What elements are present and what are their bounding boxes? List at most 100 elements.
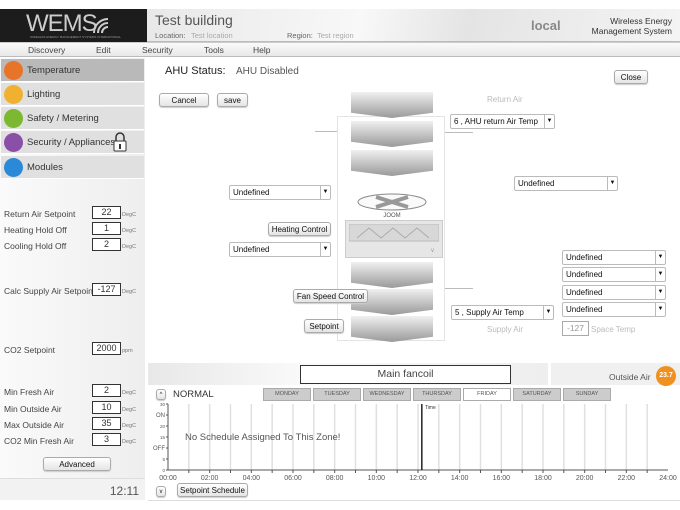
clock-bar: 12:11: [0, 478, 145, 500]
x-tick-label: 24:00: [659, 475, 677, 482]
ahu-status: AHU Disabled: [236, 66, 299, 77]
x-tick-label: 10:00: [368, 475, 386, 482]
field-unit: DegC: [122, 407, 137, 413]
connector-line: [315, 131, 337, 132]
duct-section: [351, 316, 433, 342]
wireless-icon: [93, 18, 109, 34]
coil-chevron-icon: v: [431, 248, 434, 254]
field-input[interactable]: 2: [92, 238, 121, 251]
field-input[interactable]: 2000: [92, 342, 121, 355]
field-input[interactable]: 3: [92, 433, 121, 446]
sidebar-item-lighting[interactable]: Lighting: [1, 83, 144, 106]
building-title: Test building: [155, 12, 233, 28]
y-tick-label: ON: [156, 413, 165, 419]
field-label: Calc Supply Air Setpoint: [4, 286, 96, 296]
duct-section: [351, 121, 433, 147]
right-select[interactable]: Undefined ▼: [514, 176, 618, 191]
right-select-stack-2[interactable]: Undefined ▼: [562, 267, 666, 282]
menu-help[interactable]: Help: [253, 45, 270, 55]
tab-saturday[interactable]: SATURDAY: [513, 388, 561, 401]
clock: 12:11: [109, 484, 139, 498]
cancel-button[interactable]: Cancel: [159, 93, 209, 107]
y-tick-label: OFF: [153, 446, 165, 452]
left-select-2[interactable]: Undefined ▼: [229, 242, 331, 257]
field-input[interactable]: 1: [92, 222, 121, 235]
temperature-icon: [4, 61, 23, 80]
coil-icon: [349, 224, 439, 242]
y-tick-label: 20: [160, 424, 166, 429]
field-input[interactable]: 2: [92, 384, 121, 397]
x-tick-label: 08:00: [326, 475, 344, 482]
tab-monday[interactable]: MONDAY: [263, 388, 311, 401]
time-label: Time: [425, 405, 436, 411]
header: Test building Location: Test location Re…: [147, 9, 680, 42]
fan-icon: JOOM: [357, 193, 427, 219]
tab-sunday[interactable]: SUNDAY: [563, 388, 611, 401]
return-air-sensor-select[interactable]: 6 , AHU return Air Temp ▼: [450, 114, 555, 129]
field-unit: DegC: [122, 289, 137, 295]
zone-name: Main fancoil: [300, 365, 511, 384]
dropdown-arrow-icon: ▼: [544, 115, 554, 128]
field-label: CO2 Min Fresh Air: [4, 436, 74, 446]
menu-tools[interactable]: Tools: [204, 45, 224, 55]
x-tick-label: 14:00: [451, 475, 469, 482]
x-tick-label: 22:00: [618, 475, 636, 482]
menu-bar: Discovery Edit Security Tools Help: [0, 42, 680, 57]
modules-icon: [4, 158, 23, 177]
divider: [148, 500, 680, 501]
menu-security[interactable]: Security: [142, 45, 173, 55]
menu-edit[interactable]: Edit: [96, 45, 111, 55]
field-input[interactable]: -127: [92, 283, 121, 296]
y-tick-label: 0: [162, 468, 165, 473]
connector-line: [445, 288, 473, 289]
heating-control-button[interactable]: Heating Control: [268, 222, 331, 236]
lighting-icon: [4, 85, 23, 104]
sidebar-item-temperature[interactable]: Temperature: [1, 59, 144, 82]
supply-air-sensor-select[interactable]: 5 , Supply Air Temp ▼: [451, 305, 554, 320]
x-tick-label: 12:00: [409, 475, 427, 482]
logo: WEMS WIRELESS ENERGY MANAGEMENT SYSTEMS …: [0, 9, 147, 42]
field-input[interactable]: 35: [92, 417, 121, 430]
coil: v: [345, 220, 443, 258]
sidebar-item-modules[interactable]: Modules: [1, 156, 144, 179]
mode-normal: NORMAL: [173, 389, 214, 400]
y-tick-label: 5: [162, 457, 165, 462]
tab-tuesday[interactable]: TUESDAY: [313, 388, 361, 401]
field-unit: DegC: [122, 244, 137, 250]
sidebar-item-safety-metering[interactable]: Safety / Metering: [1, 107, 144, 130]
close-button[interactable]: Close: [614, 70, 648, 84]
right-select-stack-1[interactable]: Undefined ▼: [562, 250, 666, 265]
menu-discovery[interactable]: Discovery: [28, 45, 65, 55]
dropdown-arrow-icon: ▼: [655, 286, 665, 299]
field-label: Min Fresh Air: [4, 387, 55, 397]
field-input[interactable]: 10: [92, 401, 121, 414]
duct-section: [351, 262, 433, 288]
left-select-1[interactable]: Undefined ▼: [229, 185, 331, 200]
scroll-up-button[interactable]: ^: [156, 389, 166, 400]
sidebar-item-security-appliances[interactable]: Security / Appliances: [1, 131, 144, 154]
save-button[interactable]: save: [217, 93, 248, 107]
right-select-stack-4[interactable]: Undefined ▼: [562, 302, 666, 317]
right-select-stack-3[interactable]: Undefined ▼: [562, 285, 666, 300]
field-unit: DegC: [122, 212, 137, 218]
y-tick-label: 15: [160, 435, 166, 440]
tab-friday[interactable]: FRIDAY: [463, 388, 511, 401]
setpoint-button[interactable]: Setpoint: [304, 319, 344, 333]
field-input[interactable]: 22: [92, 206, 121, 219]
scroll-down-button[interactable]: v: [156, 486, 166, 497]
tab-wednesday[interactable]: WEDNESDAY: [363, 388, 411, 401]
duct-section: [351, 150, 433, 176]
dropdown-arrow-icon: ▼: [607, 177, 617, 190]
dropdown-arrow-icon: ▼: [655, 251, 665, 264]
mode-label: local: [531, 18, 561, 33]
tab-thursday[interactable]: THURSDAY: [413, 388, 461, 401]
advanced-button[interactable]: Advanced: [43, 457, 111, 471]
outside-air-badge: 23.7: [656, 366, 676, 386]
setpoint-schedule-button[interactable]: Setpoint Schedule: [177, 483, 248, 497]
sidebar: Temperature Lighting Safety / Metering S…: [0, 58, 145, 500]
fan-speed-control-button[interactable]: Fan Speed Control: [293, 289, 368, 303]
dropdown-arrow-icon: ▼: [543, 306, 553, 319]
field-label: Min Outside Air: [4, 404, 62, 414]
warning-icon: [4, 109, 23, 128]
dropdown-arrow-icon: ▼: [655, 303, 665, 316]
